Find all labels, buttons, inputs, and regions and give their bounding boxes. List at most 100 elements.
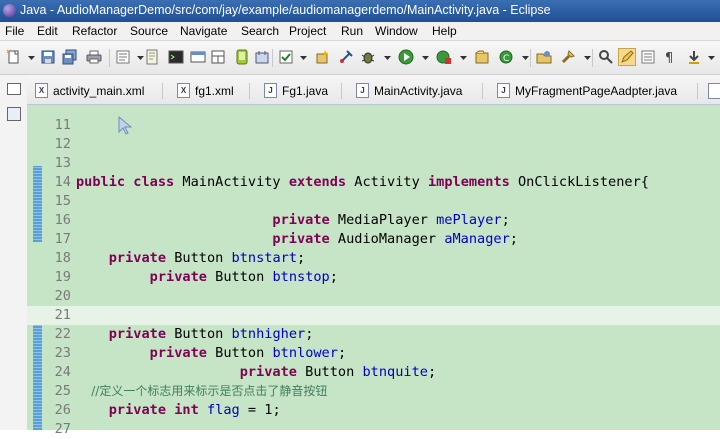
tab-label: fg1.xml: [195, 84, 234, 98]
code-line[interactable]: 16 private MediaPlayer mePlayer;: [27, 211, 720, 230]
java-file-icon: J: [497, 83, 510, 98]
debug-icon[interactable]: [360, 49, 376, 65]
tab-label: Fg1.java: [282, 84, 329, 98]
line-number: 25: [54, 383, 71, 399]
sdk-icon[interactable]: [254, 49, 270, 65]
tab-label: MainActivity.java: [374, 84, 463, 98]
code-line[interactable]: 17 private AudioManager aManager;: [27, 230, 720, 249]
new-dropdown-icon[interactable]: [24, 49, 35, 65]
code-line[interactable]: 24 private Button btnquite;: [27, 363, 720, 382]
restore-icon[interactable]: [7, 83, 21, 95]
code-line[interactable]: 19 private Button btnstop;: [27, 268, 720, 287]
code-text: //定义一个标志用来标示是否点击了静音按钮: [76, 384, 328, 398]
external-tools-icon[interactable]: [436, 49, 452, 65]
code-line[interactable]: 26 private int flag = 1;: [27, 401, 720, 420]
show-whitespace-icon[interactable]: ¶: [662, 49, 678, 65]
print-icon[interactable]: [86, 49, 102, 65]
java-file-icon: J: [356, 83, 369, 98]
code-line[interactable]: 25 //定义一个标志用来标示是否点击了静音按钮: [27, 382, 720, 401]
search-icon[interactable]: [560, 49, 576, 65]
run-icon[interactable]: [398, 49, 414, 65]
java-file-icon[interactable]: [708, 83, 720, 99]
menu-search[interactable]: Search: [241, 24, 279, 38]
svg-text:¶: ¶: [665, 51, 673, 65]
next-annotation-icon[interactable]: [686, 49, 702, 65]
terminal-icon[interactable]: [168, 49, 184, 65]
line-number: 12: [54, 136, 71, 152]
run-dropdown-icon[interactable]: [418, 49, 429, 65]
menu-file[interactable]: File: [5, 24, 24, 38]
menu-window[interactable]: Window: [375, 24, 418, 38]
check-icon[interactable]: [278, 49, 294, 65]
code-line[interactable]: 21: [27, 306, 720, 325]
save-icon[interactable]: [40, 49, 56, 65]
line-number: 17: [54, 231, 71, 247]
svg-text:C: C: [503, 54, 509, 64]
annotation-icon[interactable]: [598, 49, 614, 65]
layout-icon[interactable]: [210, 49, 226, 65]
pin-icon[interactable]: [338, 49, 354, 65]
line-number: 15: [54, 193, 71, 209]
menu-navigate[interactable]: Navigate: [180, 24, 227, 38]
new-icon[interactable]: [6, 49, 22, 65]
line-number: 20: [54, 288, 71, 304]
block-selection-icon[interactable]: [640, 49, 656, 65]
script-icon[interactable]: [144, 49, 160, 65]
code-text: private AudioManager aManager;: [272, 231, 518, 247]
code-line[interactable]: 23 private Button btnlower;: [27, 344, 720, 363]
code-text: private Button btnhigher;: [108, 326, 314, 342]
line-number: 22: [54, 326, 71, 342]
line-number: 13: [54, 155, 71, 171]
code-line[interactable]: 15: [27, 192, 720, 211]
left-trim-bar: [0, 75, 28, 430]
code-line[interactable]: 18 private Button btnstart;: [27, 249, 720, 268]
android-avd-icon[interactable]: [234, 49, 250, 65]
title-bar: Java - AudioManagerDemo/src/com/jay/exam…: [0, 0, 720, 22]
line-number: 26: [54, 402, 71, 418]
code-text: private int flag = 1;: [108, 402, 281, 418]
window-title: Java - AudioManagerDemo/src/com/jay/exam…: [20, 3, 551, 17]
menu-run[interactable]: Run: [341, 24, 363, 38]
line-number: 23: [54, 345, 71, 361]
code-text: private Button btnstart;: [108, 250, 306, 266]
tasks-icon[interactable]: [115, 49, 131, 65]
eclipse-icon: [3, 4, 16, 17]
next-annotation-dropdown-icon[interactable]: [704, 49, 715, 65]
code-line[interactable]: 12: [27, 135, 720, 154]
debug-dropdown-icon[interactable]: [380, 49, 391, 65]
code-text: public class MainActivity extends Activi…: [76, 174, 649, 190]
code-line[interactable]: 14 public class MainActivity extends Acti…: [27, 173, 720, 192]
menu-refactor[interactable]: Refactor: [72, 24, 117, 38]
external-tools-dropdown-icon[interactable]: [456, 49, 467, 65]
line-number: 24: [54, 364, 71, 380]
line-number: 16: [54, 212, 71, 228]
save-all-icon[interactable]: [62, 49, 78, 65]
mark-occurrences-icon[interactable]: [618, 48, 636, 66]
new-class-icon[interactable]: C: [498, 49, 514, 65]
menu-help[interactable]: Help: [432, 24, 457, 38]
line-number: 14: [54, 174, 71, 190]
code-line[interactable]: 13: [27, 154, 720, 173]
line-number: 11: [54, 117, 71, 133]
check-dropdown-icon[interactable]: [296, 49, 307, 65]
line-number: 21: [54, 307, 71, 323]
code-text: private MediaPlayer mePlayer;: [272, 212, 510, 228]
tasks-dropdown-icon[interactable]: [133, 49, 144, 65]
new-java-project-icon[interactable]: [474, 49, 490, 65]
code-text: private Button btnstop;: [149, 269, 338, 285]
editor-tabs: X activity_main.xml X fg1.xml J Fg1.java…: [27, 75, 720, 105]
package-explorer-icon[interactable]: [7, 107, 21, 121]
new-class-dropdown-icon[interactable]: [518, 49, 529, 65]
code-line[interactable]: 22 private Button btnhigher;: [27, 325, 720, 344]
menu-project[interactable]: Project: [289, 24, 326, 38]
console-icon[interactable]: [190, 49, 206, 65]
menu-source[interactable]: Source: [130, 24, 168, 38]
code-text: private Button btnquite;: [239, 364, 437, 380]
menu-edit[interactable]: Edit: [37, 24, 58, 38]
xml-file-icon: X: [177, 83, 190, 98]
tab-label: MyFragmentPageAadpter.java: [515, 84, 678, 98]
new-package-icon[interactable]: [314, 49, 330, 65]
code-line[interactable]: 20: [27, 287, 720, 306]
open-type-icon[interactable]: [536, 49, 552, 65]
search-dropdown-icon[interactable]: [580, 49, 591, 65]
